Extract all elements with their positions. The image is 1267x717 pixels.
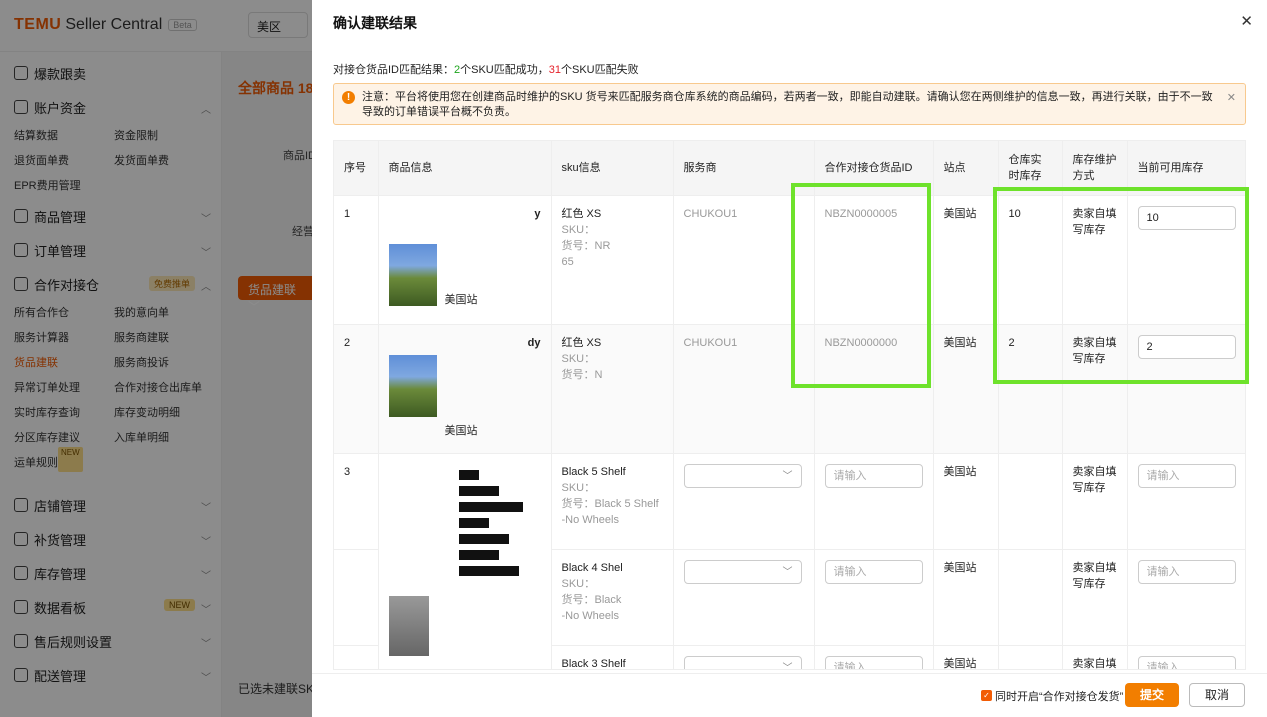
product-title: y [534, 207, 541, 220]
warehouse-id-cell [814, 644, 934, 669]
provider-select[interactable]: ﹀ [683, 559, 802, 584]
product-thumbnail [388, 243, 437, 306]
available-stock-input[interactable] [1137, 655, 1236, 669]
realtime-stock [998, 644, 1063, 669]
product-info: dy 美国站 [378, 323, 552, 453]
product-info [378, 452, 552, 669]
enable-shipping-checkbox[interactable]: ✓ [981, 690, 992, 701]
available-stock-cell [1127, 644, 1245, 669]
product-info: y 美国站 [378, 194, 552, 324]
col-product-info: 商品信息 [378, 141, 552, 195]
sku-info: Black 3 Shelf [551, 644, 674, 669]
product-site: 美国站 [444, 424, 478, 437]
provider-cell: ﹀ [673, 644, 815, 670]
enable-shipping-label[interactable]: 同时开启“合作对接仓发货” [995, 688, 1123, 704]
warehouse-id-input[interactable] [824, 655, 923, 669]
sku-info: 红色 XS SKU： 货号：N [551, 323, 674, 453]
warehouse-id-cell [814, 452, 934, 549]
row-index [334, 644, 379, 669]
col-sku-info: sku信息 [551, 141, 674, 195]
table-row: 3 Black 5 Shelf SKU： 货号：Black 5 Shelf -N… [334, 452, 1245, 669]
warning-icon: ! [342, 91, 355, 104]
row-index: 1 [334, 194, 379, 324]
product-title: dy [527, 336, 541, 349]
match-summary: 对接仓货品ID匹配结果：2个SKU匹配成功，31个SKU匹配失败 [333, 64, 639, 76]
submit-button[interactable]: 提交 [1125, 683, 1179, 707]
site: 美国站 [933, 644, 999, 669]
available-stock-input[interactable] [1137, 463, 1236, 488]
col-site: 站点 [933, 141, 999, 195]
close-notice-icon[interactable]: ✕ [1227, 91, 1236, 106]
warehouse-id-input[interactable] [824, 463, 923, 488]
warehouse-id-input[interactable] [824, 559, 923, 584]
realtime-stock [998, 548, 1063, 645]
provider-cell: ﹀ [673, 548, 815, 645]
sku-info: Black 4 Shel SKU： 货号：Black -No Wheels [551, 548, 674, 645]
row-index: 3 [334, 452, 379, 549]
row-index: 2 [334, 323, 379, 453]
col-index: 序号 [334, 141, 379, 195]
available-stock-cell [1127, 548, 1245, 645]
chevron-down-icon: ﹀ [782, 470, 793, 482]
chevron-down-icon: ﹀ [782, 662, 793, 670]
stock-method: 卖家自填 [1062, 644, 1128, 669]
available-stock-input[interactable] [1137, 559, 1236, 584]
highlight-box-warehouse-id [791, 183, 931, 388]
sku-info: 红色 XS SKU： 货号：NR 65 [551, 194, 674, 324]
provider-select[interactable]: ﹀ [683, 463, 802, 488]
chevron-down-icon: ﹀ [782, 566, 793, 578]
site: 美国站 [933, 452, 999, 549]
row-index [334, 548, 379, 645]
provider-cell: ﹀ [673, 452, 815, 549]
cancel-button[interactable]: 取消 [1189, 683, 1245, 707]
highlight-box-stock [993, 187, 1249, 384]
realtime-stock [998, 452, 1063, 549]
product-thumbnail [388, 354, 437, 417]
site: 美国站 [933, 548, 999, 645]
sku-info: Black 5 Shelf SKU： 货号：Black 5 Shelf -No … [551, 452, 674, 549]
product-redacted [458, 469, 529, 576]
modal-title: 确认建联结果 [333, 15, 417, 31]
confirm-link-modal: 确认建联结果 ✕ 对接仓货品ID匹配结果：2个SKU匹配成功，31个SKU匹配失… [312, 0, 1267, 717]
product-thumbnail [388, 595, 429, 656]
warning-notice: ! 注意：平台将使用您在创建商品时维护的SKU 货号来匹配服务商仓库系统的商品编… [333, 83, 1246, 125]
modal-footer: ✓ 同时开启“合作对接仓发货” 提交 取消 [312, 673, 1267, 717]
site: 美国站 [933, 194, 999, 324]
available-stock-cell [1127, 452, 1245, 549]
site: 美国站 [933, 323, 999, 453]
close-icon[interactable]: ✕ [1240, 12, 1253, 30]
product-site: 美国站 [444, 293, 478, 306]
stock-method: 卖家自填写库存 [1062, 548, 1128, 645]
stock-method: 卖家自填写库存 [1062, 452, 1128, 549]
provider-select[interactable]: ﹀ [683, 655, 802, 670]
warehouse-id-cell [814, 548, 934, 645]
